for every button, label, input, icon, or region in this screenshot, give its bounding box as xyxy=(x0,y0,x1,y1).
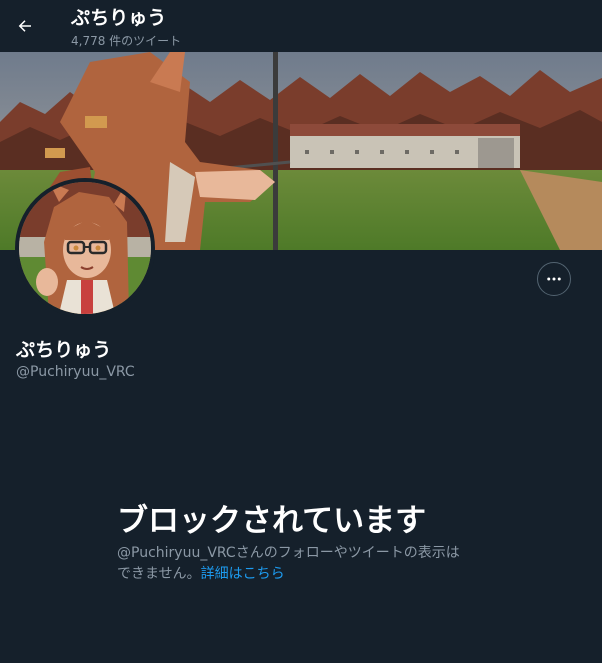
blocked-description-line1: @Puchiryuu_VRCさんのフォローやツイートの表示は xyxy=(117,545,460,561)
arrow-left-icon xyxy=(18,20,31,32)
avatar-image xyxy=(19,182,151,314)
more-options-button[interactable] xyxy=(537,262,571,296)
header-title: ぷちりゅう xyxy=(71,7,167,29)
learn-more-link[interactable]: 詳細はこちら xyxy=(201,566,285,582)
top-header: ぷちりゅう 4,778 件のツイート xyxy=(0,0,602,52)
back-button[interactable] xyxy=(8,9,42,43)
profile-handle: @Puchiryuu_VRC xyxy=(16,364,135,380)
profile-page: ぷちりゅう 4,778 件のツイート ぷちりゅう @Puchiryuu_VRC … xyxy=(0,0,602,663)
blocked-description-line2: できません。 xyxy=(117,566,201,582)
more-horizontal-icon xyxy=(547,277,561,281)
avatar[interactable] xyxy=(15,178,155,318)
blocked-title: ブロックされています xyxy=(117,503,427,539)
blocked-description: @Puchiryuu_VRCさんのフォローやツイートの表示は できません。詳細は… xyxy=(117,543,487,585)
profile-display-name: ぷちりゅう xyxy=(16,339,112,361)
tweet-count: 4,778 件のツイート xyxy=(71,34,182,48)
